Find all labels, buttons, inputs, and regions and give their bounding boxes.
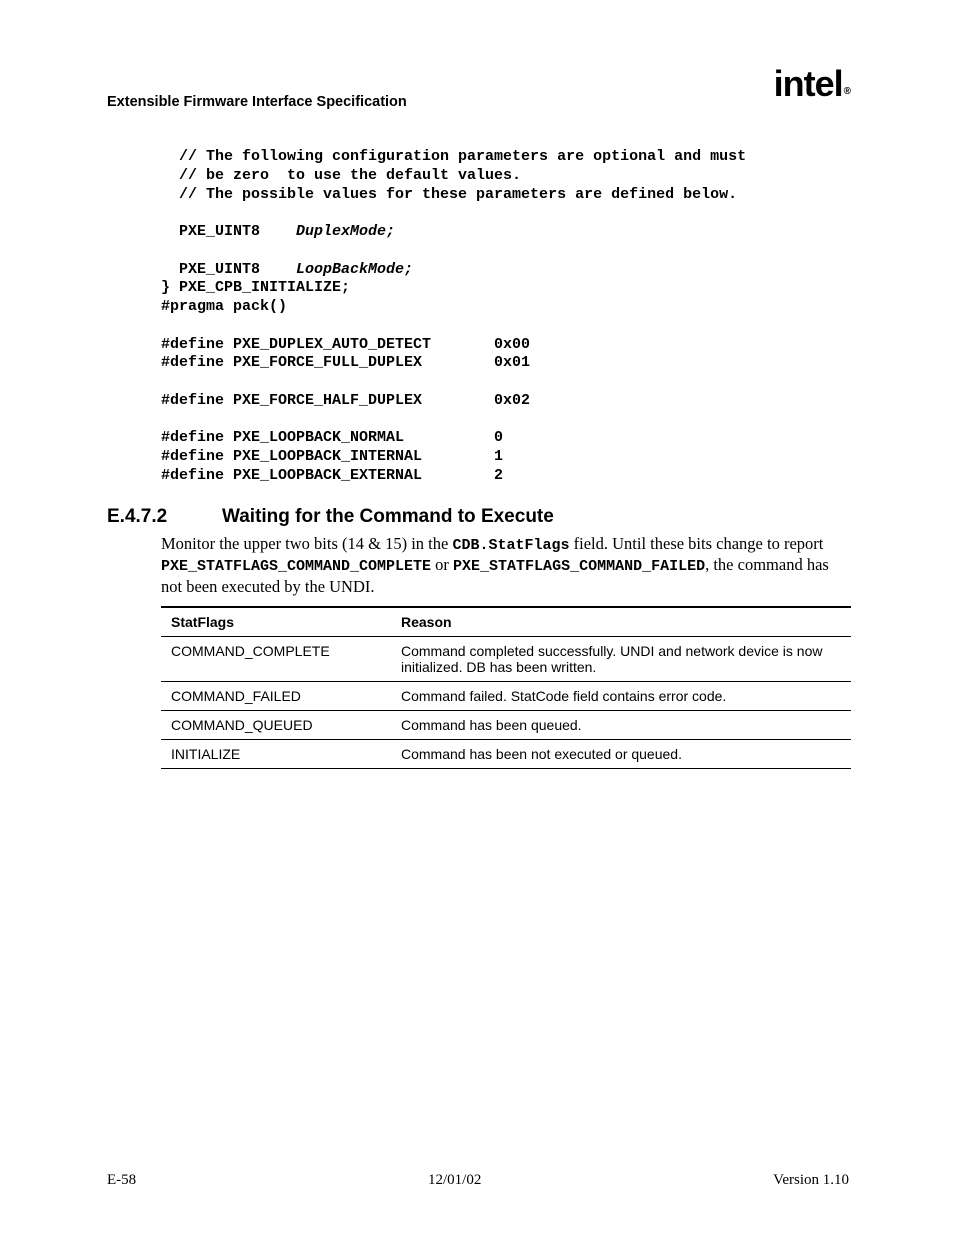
col-header-reason: Reason: [391, 607, 851, 637]
cell-statflags: COMMAND_COMPLETE: [161, 636, 391, 681]
page: Extensible Firmware Interface Specificat…: [0, 0, 954, 1235]
code-field-name: DuplexMode;: [296, 223, 395, 240]
footer-version: Version 1.10: [773, 1172, 849, 1189]
code-block: // The following configuration parameter…: [161, 148, 849, 486]
intel-logo: intel®: [774, 66, 849, 102]
inline-code: PXE_STATFLAGS_COMMAND_COMPLETE: [161, 558, 431, 575]
table-row: COMMAND_COMPLETE Command completed succe…: [161, 636, 851, 681]
code-line: // The possible values for these paramet…: [161, 186, 737, 203]
code-line: #define PXE_LOOPBACK_NORMAL 0: [161, 429, 503, 446]
cell-statflags: INITIALIZE: [161, 739, 391, 768]
cell-statflags: COMMAND_FAILED: [161, 681, 391, 710]
inline-code: CDB.StatFlags: [452, 537, 569, 554]
code-line: #define PXE_DUPLEX_AUTO_DETECT 0x00: [161, 336, 530, 353]
page-footer: E-58 12/01/02 Version 1.10: [107, 1172, 849, 1189]
footer-date: 12/01/02: [428, 1172, 481, 1189]
code-type: PXE_UINT8: [161, 223, 296, 240]
body-paragraph: Monitor the upper two bits (14 & 15) in …: [161, 534, 849, 598]
section-number: E.4.7.2: [107, 506, 222, 528]
footer-page-number: E-58: [107, 1172, 136, 1189]
table-row: COMMAND_FAILED Command failed. StatCode …: [161, 681, 851, 710]
cell-reason: Command completed successfully. UNDI and…: [391, 636, 851, 681]
registered-icon: ®: [844, 86, 850, 97]
code-line: // be zero to use the default values.: [161, 167, 521, 184]
code-line: } PXE_CPB_INITIALIZE;: [161, 279, 350, 296]
logo-text: intel: [774, 63, 843, 104]
code-line: #define PXE_FORCE_FULL_DUPLEX 0x01: [161, 354, 530, 371]
para-text: Monitor the upper two bits (14 & 15) in …: [161, 534, 452, 553]
table-row: COMMAND_QUEUED Command has been queued.: [161, 710, 851, 739]
statflags-table: StatFlags Reason COMMAND_COMPLETE Comman…: [161, 606, 851, 769]
inline-code: PXE_STATFLAGS_COMMAND_FAILED: [453, 558, 705, 575]
page-header: Extensible Firmware Interface Specificat…: [107, 74, 849, 110]
code-line: #define PXE_FORCE_HALF_DUPLEX 0x02: [161, 392, 530, 409]
code-line: #pragma pack(): [161, 298, 287, 315]
code-type: PXE_UINT8: [161, 261, 296, 278]
code-line: #define PXE_LOOPBACK_INTERNAL 1: [161, 448, 503, 465]
cell-reason: Command has been not executed or queued.: [391, 739, 851, 768]
cell-reason: Command has been queued.: [391, 710, 851, 739]
table-header-row: StatFlags Reason: [161, 607, 851, 637]
code-line: // The following configuration parameter…: [161, 148, 746, 165]
code-line: #define PXE_LOOPBACK_EXTERNAL 2: [161, 467, 503, 484]
para-text: field. Until these bits change to report: [570, 534, 824, 553]
table-row: INITIALIZE Command has been not executed…: [161, 739, 851, 768]
section-title: Waiting for the Command to Execute: [222, 506, 554, 527]
section-heading: E.4.7.2Waiting for the Command to Execut…: [107, 506, 849, 528]
doc-title: Extensible Firmware Interface Specificat…: [107, 94, 407, 110]
cell-statflags: COMMAND_QUEUED: [161, 710, 391, 739]
code-field-name: LoopBackMode;: [296, 261, 413, 278]
para-text: or: [431, 555, 453, 574]
col-header-statflags: StatFlags: [161, 607, 391, 637]
cell-reason: Command failed. StatCode field contains …: [391, 681, 851, 710]
